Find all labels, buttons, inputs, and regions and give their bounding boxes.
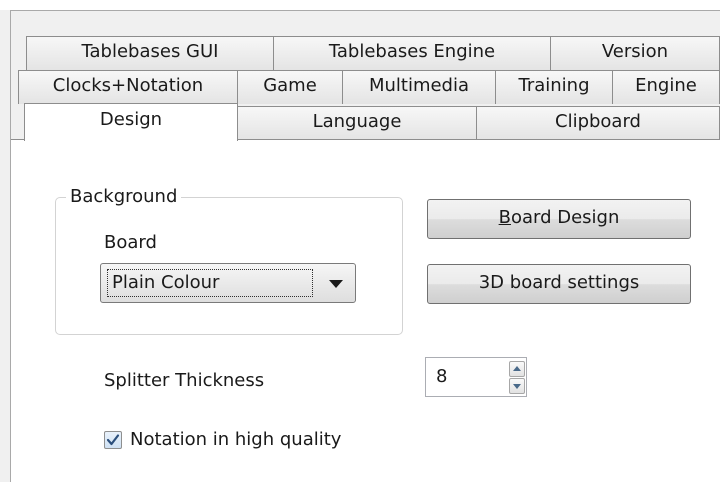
board-design-label: oard Design	[510, 207, 620, 228]
tab-version[interactable]: Version	[550, 36, 720, 70]
window-top-border	[10, 10, 720, 11]
board-design-accelerator: B	[498, 207, 511, 228]
board-background-select[interactable]: Plain Colour	[100, 263, 356, 303]
checkmark-icon	[106, 434, 120, 446]
tab-language[interactable]: Language	[237, 106, 477, 140]
3d-board-settings-button[interactable]: 3D board settings	[427, 264, 691, 304]
tab-game[interactable]: Game	[237, 70, 343, 104]
background-group-title: Background	[66, 185, 182, 209]
tab-engine[interactable]: Engine	[612, 70, 720, 104]
splitter-thickness-label: Splitter Thickness	[104, 370, 265, 391]
tab-clipboard[interactable]: Clipboard	[476, 106, 720, 140]
tab-tablebases-gui[interactable]: Tablebases GUI	[26, 36, 274, 70]
arrow-down-icon	[513, 384, 521, 389]
spin-down-button[interactable]	[509, 378, 525, 394]
tab-design[interactable]: Design	[24, 103, 238, 141]
spin-up-button[interactable]	[509, 361, 525, 377]
window-top-strip	[0, 0, 720, 10]
tab-multimedia[interactable]: Multimedia	[342, 70, 496, 104]
board-design-button[interactable]: Board Design	[427, 199, 691, 239]
splitter-thickness-input[interactable]: 8	[425, 357, 527, 397]
board-background-select-value: Plain Colour	[107, 269, 313, 297]
notation-high-quality-label[interactable]: Notation in high quality	[130, 428, 341, 452]
board-label: Board	[104, 232, 157, 253]
tab-clocks-notation[interactable]: Clocks+Notation	[18, 70, 238, 104]
tab-training[interactable]: Training	[495, 70, 613, 104]
options-dialog: Tablebases GUI Tablebases Engine Version…	[0, 0, 720, 482]
arrow-up-icon	[513, 366, 521, 371]
tab-tablebases-engine[interactable]: Tablebases Engine	[273, 36, 551, 70]
notation-high-quality-checkbox[interactable]	[104, 431, 122, 449]
chevron-down-icon	[329, 280, 343, 288]
splitter-thickness-value: 8	[436, 366, 448, 387]
window-left-border	[10, 10, 11, 482]
